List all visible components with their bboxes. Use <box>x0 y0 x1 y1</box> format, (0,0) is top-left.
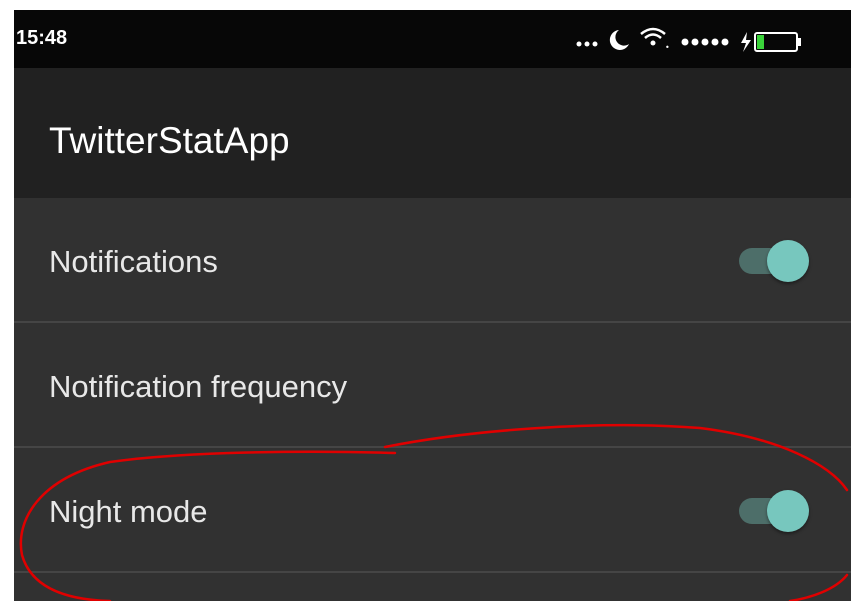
wifi-icon: • <box>640 27 670 52</box>
setting-row-night-mode[interactable]: Night mode <box>14 448 851 573</box>
setting-label-notification-frequency: Notification frequency <box>49 369 348 404</box>
night-mode-toggle[interactable] <box>739 490 809 532</box>
app-screen: 15:48 • TwitterStatApp Notifications Not… <box>14 10 851 601</box>
setting-row-notification-frequency[interactable]: Notification frequency <box>14 323 851 448</box>
moon-icon <box>609 30 629 50</box>
settings-list: Notifications Notification frequency Nig… <box>14 198 851 573</box>
status-icons: • <box>576 27 801 52</box>
svg-text:•: • <box>665 43 670 52</box>
status-bar: 15:48 • <box>14 10 851 68</box>
battery-charging-icon <box>741 32 801 52</box>
toggle-thumb <box>767 240 809 282</box>
more-dots-icon <box>576 41 598 47</box>
status-time: 15:48 <box>16 27 68 49</box>
app-title: TwitterStatApp <box>49 120 290 161</box>
app-bar: TwitterStatApp <box>14 68 851 198</box>
toggle-thumb <box>767 490 809 532</box>
setting-label-night-mode: Night mode <box>49 494 208 529</box>
notifications-toggle[interactable] <box>739 240 809 282</box>
signal-dots-icon <box>681 38 729 46</box>
setting-row-notifications[interactable]: Notifications <box>14 198 851 323</box>
setting-label-notifications: Notifications <box>49 244 218 279</box>
